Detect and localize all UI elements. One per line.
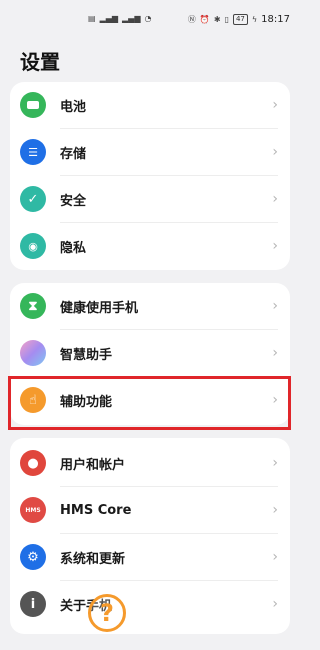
charging-icon: ϟ bbox=[251, 14, 258, 24]
highlight-box bbox=[8, 376, 291, 430]
settings-item-label: 系统和更新 bbox=[60, 551, 126, 567]
settings-item-label: 健康使用手机 bbox=[60, 300, 139, 316]
question-mark-glyph: ? bbox=[100, 599, 114, 627]
settings-item-battery[interactable]: 电池 › bbox=[10, 82, 290, 128]
settings-item-label: 智慧助手 bbox=[60, 347, 113, 363]
sim-signal-icon: ▤ bbox=[88, 14, 96, 23]
chevron-right-icon: › bbox=[272, 596, 278, 612]
chevron-right-icon: › bbox=[272, 345, 278, 361]
settings-item-digital-balance[interactable]: ⧗ 健康使用手机 › bbox=[10, 283, 290, 329]
settings-group-3: ● 用户和帐户 › HMS HMS Core › ⚙ 系统和更新 › i 关于手… bbox=[10, 438, 290, 634]
chevron-right-icon: › bbox=[272, 455, 278, 471]
settings-item-storage[interactable]: ☰ 存储 › bbox=[10, 129, 290, 175]
status-time: 18:17 bbox=[261, 14, 290, 25]
battery-icon bbox=[20, 92, 46, 118]
settings-item-label: 电池 bbox=[60, 99, 87, 115]
settings-group-1: 电池 › ☰ 存储 › ✓ 安全 › ◉ 隐私 › bbox=[10, 82, 290, 270]
settings-item-label: 隐私 bbox=[60, 240, 87, 256]
settings-item-security[interactable]: ✓ 安全 › bbox=[10, 176, 290, 222]
hms-icon-text: HMS bbox=[25, 506, 41, 514]
question-mark-icon: ? bbox=[88, 594, 126, 632]
settings-item-system-update[interactable]: ⚙ 系统和更新 › bbox=[10, 534, 290, 580]
signal-5g-icon: ▂▄▆ bbox=[122, 14, 141, 23]
alarm-icon: ⏰ bbox=[199, 14, 210, 24]
battery-indicator: 47 bbox=[232, 14, 248, 25]
status-bar: ▤ ▂▄▆ ▂▄▆ ◔ Ⓝ ⏰ ✱ ▯ 47 ϟ 18:17 bbox=[0, 0, 300, 36]
settings-item-hms-core[interactable]: HMS HMS Core › bbox=[10, 487, 290, 533]
settings-item-about-phone[interactable]: i 关于手机 › bbox=[10, 581, 290, 627]
gear-icon: ⚙ bbox=[20, 544, 46, 570]
chevron-right-icon: › bbox=[272, 144, 278, 160]
settings-item-privacy[interactable]: ◉ 隐私 › bbox=[10, 223, 290, 269]
hourglass-icon: ⧗ bbox=[20, 293, 46, 319]
assistant-icon bbox=[20, 340, 46, 366]
user-icon: ● bbox=[20, 450, 46, 476]
hms-icon: HMS bbox=[20, 497, 46, 523]
info-icon: i bbox=[20, 591, 46, 617]
settings-item-label: HMS Core bbox=[60, 502, 132, 518]
chevron-right-icon: › bbox=[272, 549, 278, 565]
signal-4g-icon: ▂▄▆ bbox=[99, 14, 119, 23]
chevron-right-icon: › bbox=[272, 97, 278, 113]
settings-item-label: 安全 bbox=[60, 193, 87, 209]
privacy-icon: ◉ bbox=[20, 233, 46, 259]
wifi-icon: ◔ bbox=[144, 14, 152, 23]
chevron-right-icon: › bbox=[272, 502, 278, 518]
page-title: 设置 bbox=[20, 50, 60, 74]
chevron-right-icon: › bbox=[272, 191, 278, 207]
chevron-right-icon: › bbox=[272, 298, 278, 314]
settings-item-label: 存储 bbox=[60, 146, 87, 162]
settings-item-users-accounts[interactable]: ● 用户和帐户 › bbox=[10, 440, 290, 486]
shield-icon: ✓ bbox=[20, 186, 46, 212]
settings-item-smart-assistant[interactable]: 智慧助手 › bbox=[10, 330, 290, 376]
storage-icon: ☰ bbox=[20, 139, 46, 165]
chevron-right-icon: › bbox=[272, 238, 278, 254]
nfc-icon: Ⓝ bbox=[187, 14, 196, 24]
settings-item-label: 用户和帐户 bbox=[60, 457, 126, 473]
vibrate-icon: ▯ bbox=[224, 14, 229, 24]
bluetooth-icon: ✱ bbox=[213, 14, 221, 24]
